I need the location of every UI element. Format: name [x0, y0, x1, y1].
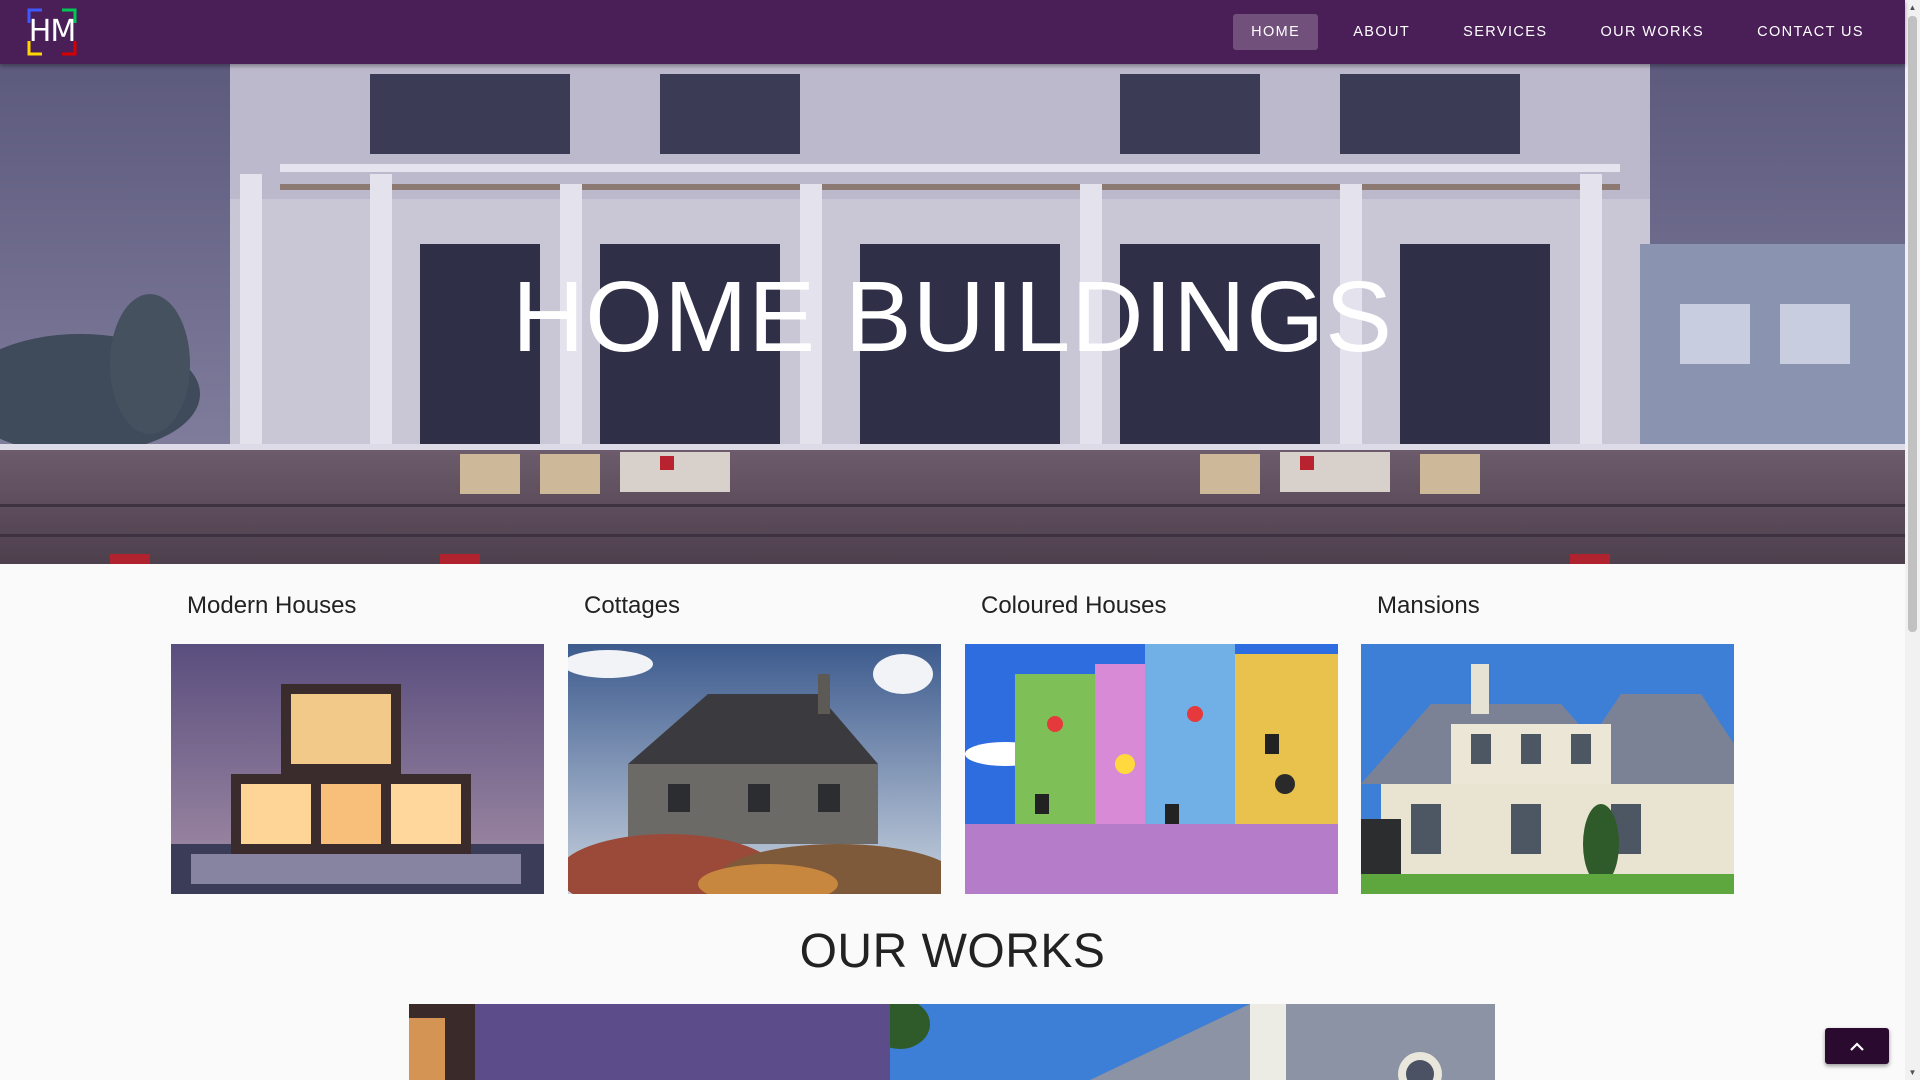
work-image-modern[interactable]	[409, 1004, 890, 1080]
scroll-to-top-button[interactable]	[1825, 1028, 1889, 1064]
page-scrollbar[interactable]: ▲ ▼	[1905, 0, 1920, 1080]
hero-title: HOME BUILDINGS	[512, 261, 1393, 373]
coloured-house-image[interactable]	[965, 644, 1338, 894]
category-title: Coloured Houses	[981, 592, 1167, 619]
nav-our-works[interactable]: OUR WORKS	[1582, 14, 1722, 50]
main-nav: HOME ABOUT SERVICES OUR WORKS CONTACT US	[1216, 14, 1882, 50]
chevron-up-icon	[1850, 1041, 1864, 1051]
hero-banner: HOME BUILDINGS	[0, 64, 1905, 564]
category-title: Cottages	[584, 592, 681, 619]
mansion-image[interactable]	[1361, 644, 1734, 894]
cottage-image[interactable]	[568, 644, 941, 894]
scroll-up-arrow-icon[interactable]: ▲	[1905, 0, 1920, 15]
work-image-mansion[interactable]	[890, 1004, 1495, 1080]
nav-contact-us[interactable]: CONTACT US	[1739, 14, 1882, 50]
nav-services[interactable]: SERVICES	[1445, 14, 1565, 50]
nav-about[interactable]: ABOUT	[1335, 14, 1428, 50]
our-works-heading: OUR WORKS	[799, 925, 1106, 978]
scroll-thumb[interactable]	[1908, 16, 1917, 632]
hm-logo-icon[interactable]: HM	[27, 8, 77, 56]
category-title: Modern Houses	[187, 592, 357, 619]
modern-house-image[interactable]	[171, 644, 544, 894]
category-title: Mansions	[1377, 592, 1480, 619]
logo-text: HM	[28, 14, 76, 49]
top-navbar: HM HOME ABOUT SERVICES OUR WORKS CONTACT…	[0, 0, 1905, 64]
scroll-down-arrow-icon[interactable]: ▼	[1905, 1065, 1920, 1080]
nav-home[interactable]: HOME	[1233, 14, 1319, 50]
